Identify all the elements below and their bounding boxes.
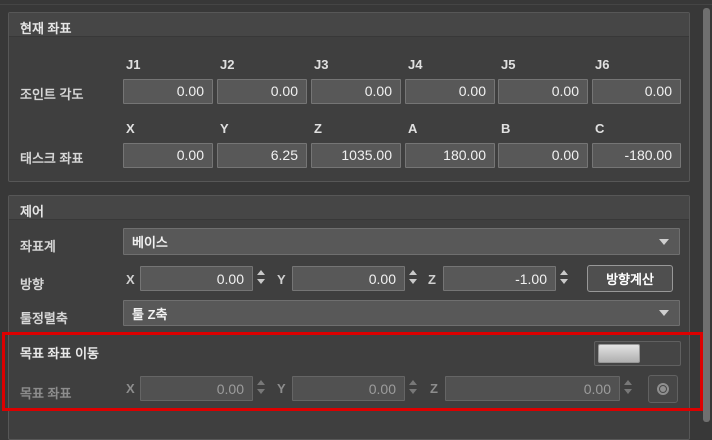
joint-angle-row-label: 조인트 각도 <box>20 84 83 103</box>
joint-value-j2: 0.00 <box>217 79 307 104</box>
spinner-down-icon <box>257 389 265 394</box>
target-z-label: Z <box>430 381 438 396</box>
joint-col-label-j3: J3 <box>314 57 328 72</box>
coord-system-label: 좌표계 <box>20 236 56 255</box>
chevron-down-icon <box>659 310 669 316</box>
top-divider <box>0 4 712 5</box>
task-col-label-b: B <box>501 121 510 136</box>
joint-value-j4: 0.00 <box>405 79 495 104</box>
coord-system-select[interactable]: 베이스 <box>123 228 680 255</box>
joint-col-label-j4: J4 <box>408 57 422 72</box>
move-to-target-button <box>648 375 678 403</box>
direction-calc-button[interactable]: 방향계산 <box>587 265 673 292</box>
target-x-input <box>140 376 253 401</box>
spinner-up-icon <box>257 380 265 385</box>
direction-z-label: Z <box>428 272 436 287</box>
spinner-up-icon <box>409 270 417 275</box>
target-move-label: 목표 좌표 이동 <box>20 343 99 362</box>
target-icon <box>657 383 669 395</box>
target-z-input <box>445 376 620 401</box>
target-coord-row-label: 목표 좌표 <box>20 383 71 402</box>
task-value-b: 0.00 <box>498 143 588 168</box>
spinner-down-icon <box>409 389 417 394</box>
direction-y-input[interactable] <box>292 266 405 291</box>
joint-col-label-j5: J5 <box>501 57 515 72</box>
current-group-title: 현재 좌표 <box>20 18 71 37</box>
direction-row-label: 방향 <box>20 274 44 293</box>
spinner-up-icon <box>624 380 632 385</box>
direction-x-input[interactable] <box>140 266 253 291</box>
target-y-input <box>292 376 405 401</box>
chevron-down-icon <box>659 239 669 245</box>
robot-control-panel: 현재 좌표 조인트 각도 J1 J2 J3 J4 J5 J6 0.00 0.00… <box>0 0 712 428</box>
direction-x-label: X <box>126 272 135 287</box>
task-col-label-x: X <box>126 121 135 136</box>
task-value-a: 180.00 <box>405 143 495 168</box>
spinner-up-icon <box>409 380 417 385</box>
spinner-down-icon <box>257 279 265 284</box>
task-col-label-a: A <box>408 121 417 136</box>
joint-value-j6: 0.00 <box>592 79 681 104</box>
task-value-x: 0.00 <box>123 143 213 168</box>
target-z-stepper <box>624 380 632 394</box>
direction-z-input[interactable] <box>443 266 556 291</box>
target-x-label: X <box>126 381 135 396</box>
task-coord-row-label: 태스크 좌표 <box>20 148 83 167</box>
target-move-toggle[interactable] <box>594 341 681 366</box>
spinner-up-icon <box>257 270 265 275</box>
task-col-label-c: C <box>595 121 604 136</box>
direction-x-stepper[interactable] <box>257 270 265 284</box>
task-value-c: -180.00 <box>592 143 681 168</box>
spinner-down-icon <box>560 279 568 284</box>
task-col-label-z: Z <box>314 121 322 136</box>
vertical-scrollbar-thumb[interactable] <box>703 8 710 422</box>
control-group-title: 제어 <box>20 201 44 220</box>
tool-align-selected-value: 툴 Z축 <box>132 304 167 323</box>
spinner-down-icon <box>409 279 417 284</box>
tool-align-label: 툴정렬축 <box>20 308 68 327</box>
spinner-up-icon <box>560 270 568 275</box>
task-col-label-y: Y <box>220 121 229 136</box>
joint-value-j1: 0.00 <box>123 79 213 104</box>
direction-y-label: Y <box>277 272 286 287</box>
joint-col-label-j6: J6 <box>595 57 609 72</box>
tool-align-select[interactable]: 툴 Z축 <box>123 300 680 326</box>
target-x-stepper <box>257 380 265 394</box>
direction-z-stepper[interactable] <box>560 270 568 284</box>
joint-value-j5: 0.00 <box>498 79 588 104</box>
task-value-z: 1035.00 <box>311 143 401 168</box>
spinner-down-icon <box>624 389 632 394</box>
task-value-y: 6.25 <box>217 143 307 168</box>
toggle-handle-icon <box>598 344 640 363</box>
target-y-stepper <box>409 380 417 394</box>
joint-col-label-j1: J1 <box>126 57 140 72</box>
current-group-titlebar <box>9 13 689 37</box>
coord-system-selected-value: 베이스 <box>132 232 168 251</box>
direction-y-stepper[interactable] <box>409 270 417 284</box>
control-group-titlebar <box>9 196 689 220</box>
target-y-label: Y <box>277 381 286 396</box>
joint-value-j3: 0.00 <box>311 79 401 104</box>
joint-col-label-j2: J2 <box>220 57 234 72</box>
